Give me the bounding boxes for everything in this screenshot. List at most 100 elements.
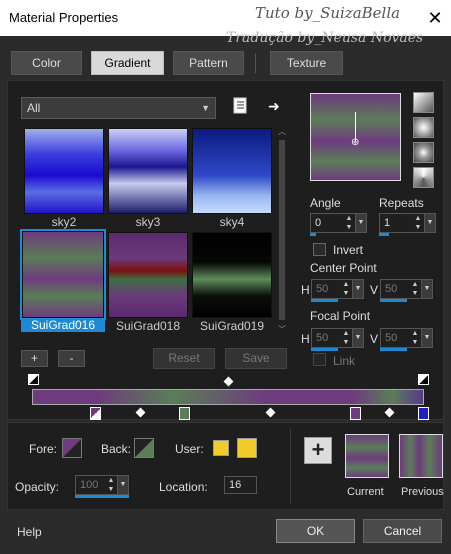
fore-color-swatch[interactable] bbox=[62, 438, 82, 458]
linear-gradient-mode-button[interactable] bbox=[413, 92, 434, 113]
add-gradient-button[interactable]: + bbox=[21, 350, 48, 367]
location-field[interactable]: 16 bbox=[224, 476, 257, 494]
opacity-slider[interactable] bbox=[75, 495, 129, 498]
help-link[interactable]: Help bbox=[17, 525, 42, 539]
tab-texture[interactable]: Texture bbox=[270, 51, 343, 75]
user-color-small-swatch[interactable] bbox=[213, 440, 229, 456]
center-h-slider[interactable] bbox=[311, 299, 338, 302]
tab-color[interactable]: Color bbox=[11, 51, 82, 75]
repeats-value: 1 bbox=[384, 217, 391, 229]
color-stop-3[interactable] bbox=[350, 407, 361, 420]
repeats-slider[interactable] bbox=[379, 233, 389, 236]
gradient-label-suigrad016: SuiGrad016 bbox=[21, 318, 105, 332]
gradient-label-suigrad019: SuiGrad019 bbox=[199, 319, 265, 333]
gradient-label-sky4: sky4 bbox=[219, 215, 245, 229]
color-stop-4[interactable] bbox=[418, 407, 429, 420]
chevron-down-icon[interactable]: ▼ bbox=[117, 476, 128, 494]
document-icon[interactable] bbox=[233, 97, 249, 115]
link-checkbox[interactable] bbox=[313, 353, 326, 366]
color-stop-2[interactable] bbox=[179, 407, 190, 420]
previous-gradient-swatch[interactable] bbox=[399, 434, 443, 478]
chevron-down-icon[interactable]: ▼ bbox=[421, 280, 432, 298]
location-label: Location: bbox=[159, 480, 208, 494]
reset-button[interactable]: Reset bbox=[153, 348, 215, 369]
opacity-label: Opacity: bbox=[15, 480, 60, 494]
remove-gradient-button[interactable]: - bbox=[58, 350, 85, 367]
gradient-thumb-sky2[interactable] bbox=[24, 128, 104, 214]
current-gradient-swatch[interactable] bbox=[345, 434, 389, 478]
chevron-down-icon[interactable]: ▼ bbox=[421, 329, 432, 347]
gradient-editor-bar[interactable] bbox=[32, 389, 424, 405]
repeats-label: Repeats bbox=[379, 196, 424, 210]
angle-slider[interactable] bbox=[310, 233, 316, 236]
color-stop-1[interactable] bbox=[90, 407, 101, 420]
gradient-thumb-suigrad016[interactable] bbox=[20, 229, 106, 320]
cancel-button[interactable]: Cancel bbox=[363, 519, 442, 543]
center-v-spinbox[interactable]: 50 ▲ ▼ ▼ bbox=[380, 279, 433, 299]
tab-divider bbox=[255, 53, 256, 73]
ok-button[interactable]: OK bbox=[276, 519, 355, 543]
user-color-swatch[interactable] bbox=[237, 438, 257, 458]
arrow-right-icon[interactable]: ➜ bbox=[268, 98, 284, 114]
gradient-thumb-sky4[interactable] bbox=[192, 128, 272, 214]
previous-label: Previous bbox=[401, 486, 444, 498]
location-value: 16 bbox=[229, 479, 242, 491]
opacity-spinbox[interactable]: 100 ▲ ▼ ▼ bbox=[75, 475, 129, 495]
angle-label: Angle bbox=[310, 196, 341, 210]
scrollbar-thumb[interactable] bbox=[279, 140, 285, 320]
focal-h-spinbox[interactable]: 50 ▲ ▼ ▼ bbox=[311, 328, 364, 348]
gradient-thumb-suigrad018[interactable] bbox=[108, 232, 188, 318]
sunburst-gradient-mode-button[interactable] bbox=[413, 167, 434, 188]
library-scrollbar[interactable]: ︿ ﹀ bbox=[277, 126, 287, 336]
tab-pattern[interactable]: Pattern bbox=[173, 51, 244, 75]
focal-v-spinbox[interactable]: 50 ▲ ▼ ▼ bbox=[380, 328, 433, 348]
center-h-spinbox[interactable]: 50 ▲ ▼ ▼ bbox=[311, 279, 364, 299]
chevron-down-icon[interactable]: ▼ bbox=[355, 214, 366, 232]
opacity-value: 100 bbox=[80, 479, 99, 491]
spin-arrows-icon: ▲ ▼ bbox=[345, 215, 353, 231]
rectangular-gradient-mode-button[interactable] bbox=[413, 117, 434, 138]
opacity-stop-start[interactable] bbox=[28, 374, 39, 385]
panel-divider bbox=[290, 428, 291, 504]
gradient-thumb-suigrad019[interactable] bbox=[192, 232, 272, 318]
focal-v-value: 50 bbox=[385, 332, 398, 344]
angle-value: 0 bbox=[315, 217, 322, 229]
gradient-label-sky3: sky3 bbox=[135, 215, 161, 229]
center-h-label: H bbox=[301, 283, 310, 297]
add-to-swatches-button[interactable]: + bbox=[304, 437, 332, 464]
current-label: Current bbox=[347, 486, 384, 498]
focal-v-slider[interactable] bbox=[380, 348, 407, 351]
repeats-spinbox[interactable]: 1 ▲ ▼ ▼ bbox=[379, 213, 436, 233]
save-button[interactable]: Save bbox=[225, 348, 287, 369]
spin-arrows-icon: ▲ ▼ bbox=[414, 215, 422, 231]
focal-h-slider[interactable] bbox=[311, 348, 338, 351]
gradient-label-suigrad018: SuiGrad018 bbox=[115, 319, 181, 333]
spin-arrows-icon: ▲ ▼ bbox=[411, 330, 419, 346]
back-color-swatch[interactable] bbox=[134, 438, 154, 458]
invert-checkbox[interactable] bbox=[313, 243, 326, 256]
chevron-down-icon[interactable]: ▼ bbox=[352, 329, 363, 347]
focal-v-label: V bbox=[370, 332, 379, 346]
spin-arrows-icon: ▲ ▼ bbox=[411, 281, 419, 297]
tab-gradient[interactable]: Gradient bbox=[91, 51, 164, 75]
scroll-up-icon[interactable]: ︿ bbox=[277, 126, 287, 137]
gradient-label-sky2: sky2 bbox=[51, 215, 77, 229]
center-point-label: Center Point bbox=[310, 261, 377, 275]
library-filter-select[interactable]: All ▼ bbox=[21, 97, 216, 119]
opacity-stop-end[interactable] bbox=[418, 374, 429, 385]
watermark-line-2: Tradução by_Neusa Novaes bbox=[226, 30, 424, 46]
radial-gradient-mode-button[interactable] bbox=[413, 142, 434, 163]
chevron-down-icon: ▼ bbox=[201, 103, 210, 113]
spin-arrows-icon: ▲ ▼ bbox=[342, 281, 350, 297]
center-v-slider[interactable] bbox=[380, 299, 407, 302]
gradient-preview[interactable]: ⊕ bbox=[310, 93, 401, 181]
fore-label: Fore: bbox=[29, 442, 58, 456]
chevron-down-icon[interactable]: ▼ bbox=[424, 214, 435, 232]
spin-arrows-icon: ▲ ▼ bbox=[342, 330, 350, 346]
chevron-down-icon[interactable]: ▼ bbox=[352, 280, 363, 298]
center-point-handle[interactable]: ⊕ bbox=[351, 138, 360, 148]
scroll-down-icon[interactable]: ﹀ bbox=[277, 324, 287, 335]
gradient-thumb-sky3[interactable] bbox=[108, 128, 188, 214]
close-button[interactable]: ✕ bbox=[422, 6, 448, 30]
angle-spinbox[interactable]: 0 ▲ ▼ ▼ bbox=[310, 213, 367, 233]
